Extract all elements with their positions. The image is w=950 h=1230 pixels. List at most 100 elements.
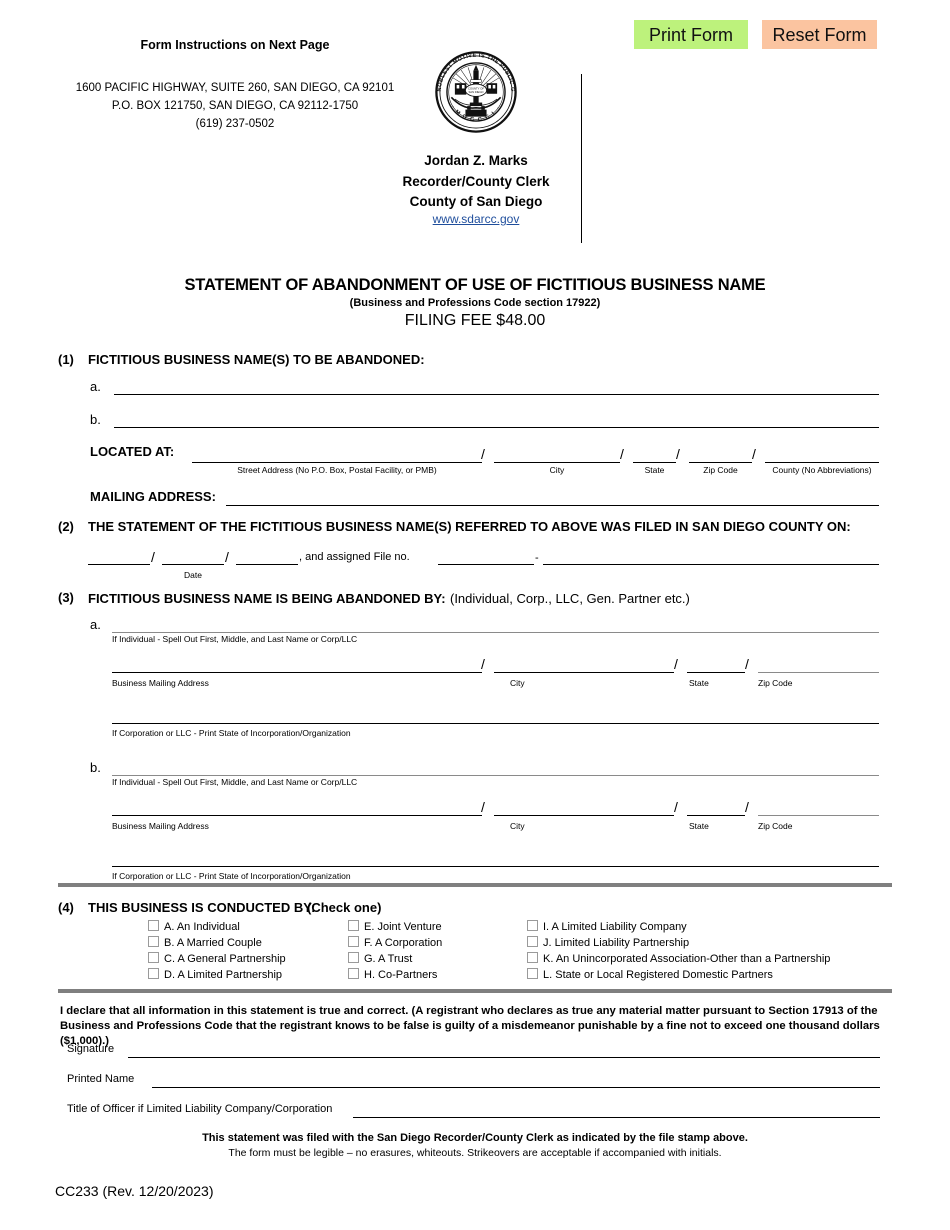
abandoned-by-a-letter: a. — [90, 617, 101, 632]
svg-text:COUNTY OF: COUNTY OF — [468, 86, 484, 90]
signature-input[interactable] — [128, 1057, 880, 1058]
checkbox-l[interactable] — [527, 968, 538, 979]
located-street-caption: Street Address (No P.O. Box, Postal Faci… — [237, 465, 437, 475]
footer-filing-note: This statement was filed with the San Di… — [202, 1132, 748, 1144]
abandoned-by-a-state-input[interactable] — [687, 672, 745, 673]
abandoned-by-a-zip-input[interactable] — [758, 672, 879, 673]
abandoned-by-a-slash-3: / — [745, 656, 749, 672]
conducted-by-option-j[interactable]: J. Limited Liability Partnership — [527, 936, 689, 949]
section-1-heading: FICTITIOUS BUSINESS NAME(S) TO BE ABANDO… — [88, 352, 425, 367]
recorder-title: Recorder/County Clerk — [402, 174, 550, 189]
section-2-heading: THE STATEMENT OF THE FICTITIOUS BUSINESS… — [88, 519, 851, 534]
abandoned-by-a-incorporation-input[interactable] — [112, 723, 879, 724]
abandoned-by-a-address-caption: Business Mailing Address — [112, 678, 209, 688]
conducted-by-option-h[interactable]: H. Co-Partners — [348, 968, 437, 981]
located-street-input[interactable] — [192, 462, 482, 463]
conducted-by-option-j-label: J. Limited Liability Partnership — [543, 937, 690, 949]
abandoned-by-b-city-input[interactable] — [494, 815, 674, 816]
conducted-by-option-k[interactable]: K. An Unincorporated Association-Other t… — [527, 952, 830, 965]
conducted-by-option-g[interactable]: G. A Trust — [348, 952, 412, 965]
checkbox-k[interactable] — [527, 952, 538, 963]
located-zip-input[interactable] — [689, 462, 752, 463]
file-no-prefix-input[interactable] — [438, 564, 534, 565]
section-1-heading-colon: : — [420, 352, 425, 367]
file-no-suffix-input[interactable] — [543, 564, 879, 565]
conducted-by-option-c-label: C. A General Partnership — [164, 953, 286, 965]
filed-date-caption: Date — [184, 570, 202, 580]
conducted-by-option-e[interactable]: E. Joint Venture — [348, 920, 442, 933]
abandoned-by-b-name-input[interactable] — [112, 775, 879, 776]
conducted-by-option-a[interactable]: A. An Individual — [148, 920, 240, 933]
declaration-text: I declare that all information in this s… — [60, 1005, 880, 1047]
section-4-check-one: (Check one) — [307, 900, 382, 915]
reset-form-button[interactable]: Reset Form — [762, 20, 877, 49]
footer-legibility-note: The form must be legible – no erasures, … — [228, 1147, 722, 1159]
abandoned-by-a-city-input[interactable] — [494, 672, 674, 673]
abandoned-by-b-address-caption: Business Mailing Address — [112, 821, 209, 831]
page-subtitle: (Business and Professions Code section 1… — [349, 297, 601, 309]
section-divider-bottom — [58, 989, 892, 993]
abandoned-by-a-slash-2: / — [674, 656, 678, 672]
conducted-by-option-l[interactable]: L. State or Local Registered Domestic Pa… — [527, 968, 773, 981]
located-state-input[interactable] — [633, 462, 676, 463]
abandoned-by-a-incorporation-caption: If Corporation or LLC - Print State of I… — [112, 728, 351, 738]
conducted-by-option-i[interactable]: I. A Limited Liability Company — [527, 920, 687, 933]
form-page: Print Form Reset Form Form Instructions … — [0, 0, 950, 1230]
section-3-number: (3) — [58, 590, 74, 605]
print-form-button[interactable]: Print Form — [634, 20, 748, 49]
filed-date-year-input[interactable] — [236, 564, 298, 565]
header-vertical-divider — [581, 74, 582, 243]
checkbox-j[interactable] — [527, 936, 538, 947]
abandoned-by-b-slash-1: / — [481, 799, 485, 815]
located-zip-caption: Zip Code — [703, 465, 738, 475]
abandoned-by-a-state-caption: State — [689, 678, 709, 688]
section-1-heading-text: FICTITIOUS BUSINESS NAME(S) TO BE ABANDO… — [88, 352, 421, 367]
located-county-input[interactable] — [765, 462, 879, 463]
conducted-by-option-a-label: A. An Individual — [164, 921, 240, 933]
checkbox-b[interactable] — [148, 936, 159, 947]
checkbox-g[interactable] — [348, 952, 359, 963]
checkbox-e[interactable] — [348, 920, 359, 931]
name-b-input[interactable] — [114, 427, 879, 428]
abandoned-by-a-name-input[interactable] — [112, 632, 879, 633]
checkbox-f[interactable] — [348, 936, 359, 947]
section-4-number: (4) — [58, 900, 74, 915]
abandoned-by-b-address-input[interactable] — [112, 815, 482, 816]
filed-date-day-input[interactable] — [162, 564, 224, 565]
conducted-by-option-c[interactable]: C. A General Partnership — [148, 952, 286, 965]
checkbox-a[interactable] — [148, 920, 159, 931]
recorder-county: County of San Diego — [409, 194, 543, 209]
recorder-website-link[interactable]: www.sdarcc.gov — [380, 212, 572, 226]
section-3-heading-text: FICTITIOUS BUSINESS NAME IS BEING ABANDO… — [88, 591, 446, 606]
abandoned-by-a-city-caption: City — [510, 678, 525, 688]
filed-date-month-input[interactable] — [88, 564, 150, 565]
abandoned-by-b-incorporation-input[interactable] — [112, 866, 879, 867]
abandoned-by-b-state-input[interactable] — [687, 815, 745, 816]
conducted-by-option-e-label: E. Joint Venture — [364, 921, 442, 933]
title-officer-input[interactable] — [353, 1117, 880, 1118]
checkbox-h[interactable] — [348, 968, 359, 979]
checkbox-d[interactable] — [148, 968, 159, 979]
name-a-input[interactable] — [114, 394, 879, 395]
conducted-by-option-d-label: D. A Limited Partnership — [164, 969, 283, 981]
conducted-by-option-d[interactable]: D. A Limited Partnership — [148, 968, 282, 981]
printed-name-input[interactable] — [152, 1087, 880, 1088]
date-slash-2: / — [225, 549, 229, 565]
checkbox-i[interactable] — [527, 920, 538, 931]
conducted-by-option-f[interactable]: F. A Corporation — [348, 936, 442, 949]
page-title: STATEMENT OF ABANDONMENT OF USE OF FICTI… — [184, 276, 766, 294]
checkbox-c[interactable] — [148, 952, 159, 963]
mailing-address-label: MAILING ADDRESS: — [90, 489, 216, 504]
abandoned-by-a-address-input[interactable] — [112, 672, 482, 673]
abandoned-by-b-zip-input[interactable] — [758, 815, 879, 816]
conducted-by-option-b[interactable]: B. A Married Couple — [148, 936, 262, 949]
abandoned-by-b-incorporation-caption: If Corporation or LLC - Print State of I… — [112, 871, 351, 881]
recorder-name: Jordan Z. Marks — [424, 153, 528, 168]
section-3-heading-suffix: (Individual, Corp., LLC, Gen. Partner et… — [449, 591, 690, 606]
conducted-by-option-f-label: F. A Corporation — [364, 937, 443, 949]
mailing-address-input[interactable] — [226, 505, 879, 506]
date-slash-1: / — [151, 549, 155, 565]
located-city-input[interactable] — [494, 462, 620, 463]
signature-label: Signature — [67, 1043, 115, 1055]
located-city-caption: City — [549, 465, 565, 475]
